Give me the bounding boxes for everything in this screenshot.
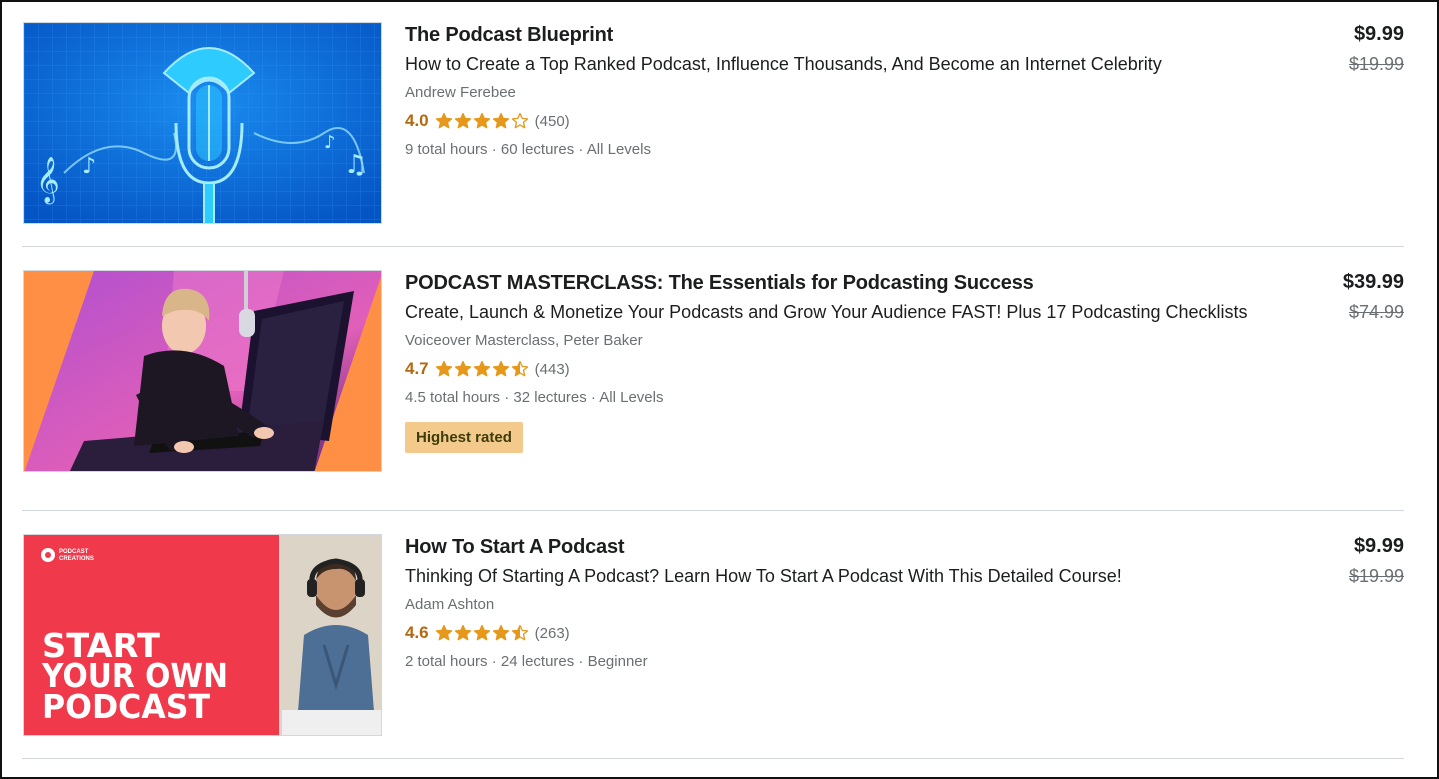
course-info: How To Start A Podcast Thinking Of Start… xyxy=(405,534,1265,672)
course-list: 𝄞 ♪ ♫ ♪ The Podcast Blueprint How to Cre… xyxy=(0,0,1439,779)
review-count: (443) xyxy=(534,360,570,378)
svg-text:PODCAST: PODCAST xyxy=(42,687,210,726)
course-headline: How to Create a Top Ranked Podcast, Infl… xyxy=(405,54,1162,74)
course-info: The Podcast Blueprint How to Create a To… xyxy=(405,22,1265,160)
star-full-icon xyxy=(492,624,509,641)
divider xyxy=(22,758,1404,759)
star-full-icon xyxy=(435,360,452,377)
star-full-icon xyxy=(473,360,490,377)
course-card[interactable]: PODCAST MASTERCLASS: The Essentials for … xyxy=(22,270,1404,473)
star-rating xyxy=(435,624,529,642)
start-your-own-podcast-image: PODCAST CREATIONS START YOUR OWN PODCAST xyxy=(24,535,381,735)
star-half-icon xyxy=(511,360,528,377)
course-card[interactable]: PODCAST CREATIONS START YOUR OWN PODCAST… xyxy=(22,534,1404,737)
rating-value: 4.7 xyxy=(405,359,429,378)
svg-text:PODCAST: PODCAST xyxy=(59,549,89,555)
current-price: $9.99 xyxy=(1353,23,1404,45)
star-rating xyxy=(435,112,529,130)
highest-rated-badge: Highest rated xyxy=(405,422,523,453)
star-full-icon xyxy=(454,360,471,377)
svg-text:♫: ♫ xyxy=(344,150,367,180)
course-details: 2 total hours · 24 lectures · Beginner xyxy=(405,653,648,670)
current-price: $39.99 xyxy=(1342,271,1404,293)
star-rating xyxy=(435,360,529,378)
price-block: $39.99 $74.99 xyxy=(1343,270,1404,324)
treble-clef-icon: 𝄞 xyxy=(36,157,60,205)
divider xyxy=(22,510,1404,511)
star-empty-icon xyxy=(511,112,528,129)
course-info: PODCAST MASTERCLASS: The Essentials for … xyxy=(405,270,1265,453)
rating-value: 4.6 xyxy=(405,623,429,642)
course-details: 4.5 total hours · 32 lectures · All Leve… xyxy=(405,389,664,406)
star-full-icon xyxy=(473,624,490,641)
course-title[interactable]: PODCAST MASTERCLASS: The Essentials for … xyxy=(405,270,1265,296)
rating-row: 4.7 (443) xyxy=(405,358,1265,380)
svg-text:CREATIONS: CREATIONS xyxy=(59,556,94,562)
svg-text:♪: ♪ xyxy=(82,154,96,179)
microphone-blueprint-image: 𝄞 ♪ ♫ ♪ xyxy=(24,23,381,223)
current-price: $9.99 xyxy=(1353,535,1404,557)
original-price: $19.99 xyxy=(1348,566,1404,586)
star-full-icon xyxy=(492,112,509,129)
course-thumbnail[interactable] xyxy=(23,270,382,472)
star-full-icon xyxy=(435,112,452,129)
svg-text:♪: ♪ xyxy=(324,132,336,153)
course-headline: Create, Launch & Monetize Your Podcasts … xyxy=(405,302,1248,322)
course-instructor: Andrew Ferebee xyxy=(405,84,516,101)
course-instructor: Adam Ashton xyxy=(405,596,495,613)
course-details: 9 total hours · 60 lectures · All Levels xyxy=(405,141,651,158)
review-count: (450) xyxy=(534,112,570,130)
star-full-icon xyxy=(454,624,471,641)
woman-podcasting-image xyxy=(24,271,381,471)
course-card[interactable]: 𝄞 ♪ ♫ ♪ The Podcast Blueprint How to Cre… xyxy=(22,22,1404,225)
original-price: $19.99 xyxy=(1348,54,1404,74)
rating-row: 4.0 (450) xyxy=(405,110,1265,132)
course-headline: Thinking Of Starting A Podcast? Learn Ho… xyxy=(405,566,1122,586)
price-block: $9.99 $19.99 xyxy=(1349,22,1404,76)
original-price: $74.99 xyxy=(1348,302,1404,322)
rating-value: 4.0 xyxy=(405,111,429,130)
star-full-icon xyxy=(492,360,509,377)
course-title[interactable]: How To Start A Podcast xyxy=(405,534,1265,560)
course-thumbnail[interactable]: 𝄞 ♪ ♫ ♪ xyxy=(23,22,382,224)
divider xyxy=(22,246,1404,247)
star-half-icon xyxy=(511,624,528,641)
star-full-icon xyxy=(454,112,471,129)
price-block: $9.99 $19.99 xyxy=(1349,534,1404,588)
course-instructor: Voiceover Masterclass, Peter Baker xyxy=(405,332,643,349)
rating-row: 4.6 (263) xyxy=(405,622,1265,644)
course-thumbnail[interactable]: PODCAST CREATIONS START YOUR OWN PODCAST xyxy=(23,534,382,736)
review-count: (263) xyxy=(534,624,570,642)
star-full-icon xyxy=(473,112,490,129)
course-title[interactable]: The Podcast Blueprint xyxy=(405,22,1265,48)
star-full-icon xyxy=(435,624,452,641)
